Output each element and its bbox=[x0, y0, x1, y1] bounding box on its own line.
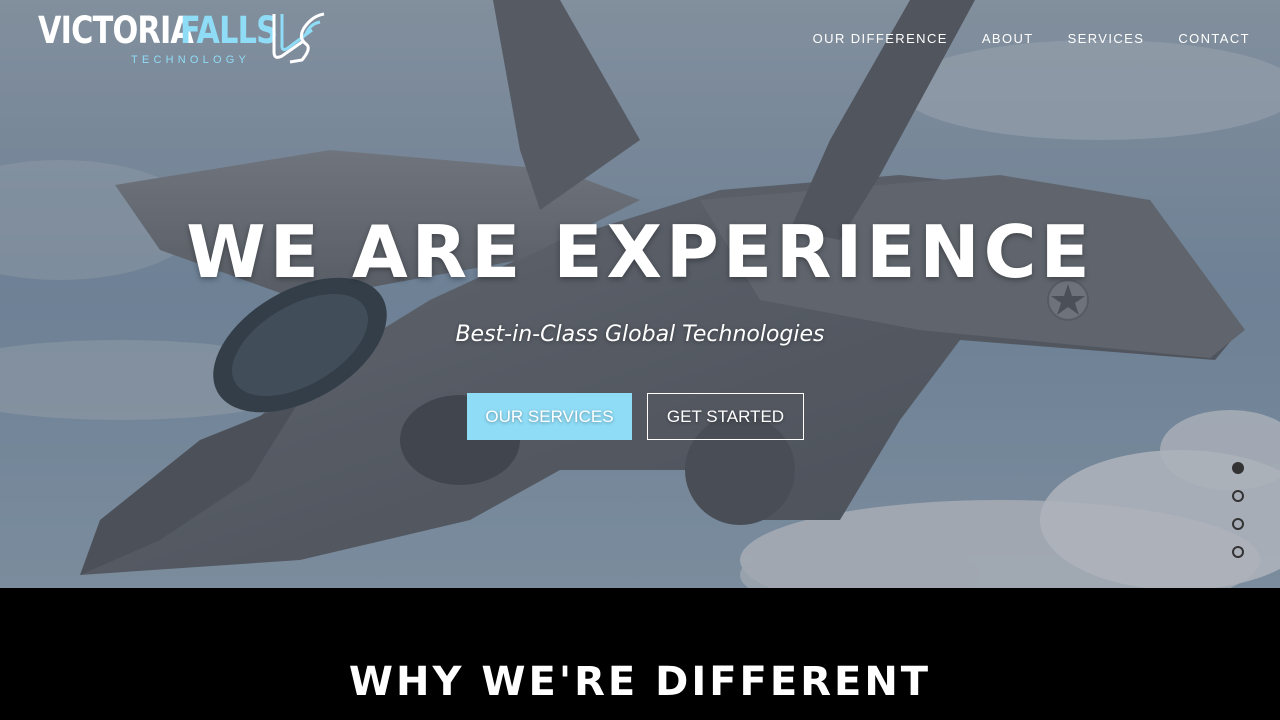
main-nav: OUR DIFFERENCE ABOUT SERVICES CONTACT bbox=[779, 28, 1250, 50]
slider-dot-4[interactable] bbox=[1232, 546, 1244, 558]
get-started-button[interactable]: GET STARTED bbox=[647, 393, 804, 440]
nav-item-services[interactable]: SERVICES bbox=[1034, 28, 1145, 50]
hero-overlay bbox=[0, 0, 1280, 588]
nav-item-contact[interactable]: CONTACT bbox=[1144, 28, 1250, 50]
nav-item-our-difference[interactable]: OUR DIFFERENCE bbox=[779, 28, 948, 50]
hero-subtitle: Best-in-Class Global Technologies bbox=[455, 322, 825, 347]
slider-dot-3[interactable] bbox=[1232, 518, 1244, 530]
logo-mark-icon bbox=[272, 12, 325, 64]
hero-title: WE ARE EXPERIENCE bbox=[186, 210, 1094, 294]
logo-word-falls: FALLS bbox=[180, 9, 278, 52]
logo-subtitle: TECHNOLOGY bbox=[131, 54, 251, 66]
brand-logo[interactable]: VICTORIA FALLS TECHNOLOGY bbox=[38, 10, 328, 70]
nav-item-about[interactable]: ABOUT bbox=[948, 28, 1034, 50]
site-header: VICTORIA FALLS TECHNOLOGY OUR DIFFERENCE… bbox=[0, 0, 1280, 80]
page: VICTORIA FALLS TECHNOLOGY OUR DIFFERENCE… bbox=[0, 0, 1280, 720]
logo-word-victoria: VICTORIA bbox=[38, 9, 194, 52]
our-services-button[interactable]: OUR SERVICES bbox=[467, 393, 632, 440]
section-title: WHY WE'RE DIFFERENT bbox=[348, 659, 932, 705]
slider-dots bbox=[1232, 462, 1244, 574]
slider-dot-1[interactable] bbox=[1232, 462, 1244, 474]
hero-section bbox=[0, 0, 1280, 588]
slider-dot-2[interactable] bbox=[1232, 490, 1244, 502]
